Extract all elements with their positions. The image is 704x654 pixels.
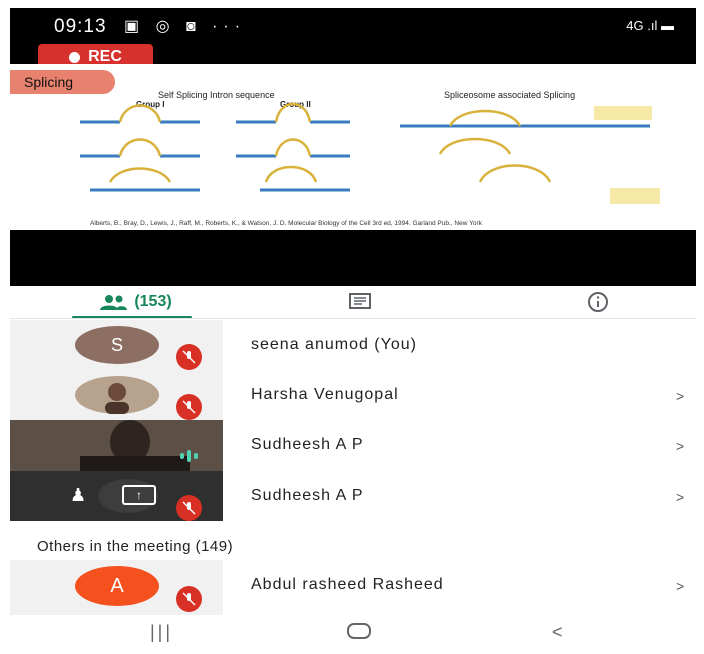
avatar <box>75 376 159 414</box>
signal-icon: .ıl <box>647 18 658 33</box>
record-dot-icon <box>69 51 81 63</box>
participant-name: Sudheesh A P <box>251 436 364 453</box>
chevron-right-icon[interactable]: > <box>676 578 684 594</box>
home-icon[interactable] <box>346 622 372 645</box>
avatar-initial: A <box>110 574 124 597</box>
mic-off-icon <box>176 394 202 420</box>
recent-apps-icon[interactable]: ||| <box>150 622 173 643</box>
mic-off-icon <box>176 495 202 521</box>
tab-people[interactable]: (153) <box>50 286 220 318</box>
people-icon <box>100 295 128 310</box>
notification-icons: ▣ ◎ ◙ ··· <box>124 18 247 35</box>
meeting-tabs: (153) <box>10 286 696 319</box>
others-section-heading: Others in the meeting (149) <box>37 538 234 555</box>
battery-icon: ▬ <box>661 18 674 33</box>
chevron-right-icon[interactable]: > <box>676 489 684 505</box>
participant-name: Harsha Venugopal <box>251 386 399 403</box>
participant-name: seena anumod (You) <box>251 336 417 353</box>
mic-off-icon <box>176 586 202 612</box>
participant-name: Abdul rasheed Rasheed <box>251 576 444 593</box>
tabs-divider <box>10 318 696 319</box>
network-indicator: 4G .ıl ▬ <box>626 18 674 33</box>
avatar: S <box>75 326 159 364</box>
participant-tile[interactable] <box>10 370 223 420</box>
avatar: A <box>75 566 159 606</box>
self-view-tile[interactable]: ♟ ↑ <box>10 471 223 521</box>
participant-name: Sudheesh A P <box>251 487 364 504</box>
tab-chat[interactable] <box>340 286 380 318</box>
participant-tile[interactable]: A <box>10 560 223 615</box>
status-time: 09:13 <box>54 16 107 37</box>
avatar-initial: S <box>110 334 123 355</box>
system-nav-bar: ||| < <box>0 618 704 654</box>
present-screen-icon[interactable]: ↑ <box>122 485 156 505</box>
chat-icon <box>349 293 371 309</box>
info-icon <box>588 292 608 312</box>
speaking-indicator-icon <box>180 450 198 462</box>
tab-info[interactable] <box>578 286 618 318</box>
splicing-diagram <box>80 102 660 204</box>
people-count: (153) <box>134 293 172 310</box>
pin-icon[interactable]: ♟ <box>70 485 86 506</box>
chevron-right-icon[interactable]: > <box>676 388 684 404</box>
slide-citation: Alberts, B., Bray, D., Lewis, J., Raff, … <box>90 220 482 227</box>
chevron-right-icon[interactable]: > <box>676 438 684 454</box>
mic-off-icon <box>176 344 202 370</box>
participant-video <box>10 420 223 471</box>
back-icon[interactable]: < <box>552 622 563 643</box>
presentation-slide: Splicing Self Splicing Intron sequence G… <box>10 64 696 230</box>
participant-video-tile[interactable] <box>10 420 223 471</box>
participant-tile[interactable]: S <box>10 320 223 370</box>
network-type: 4G <box>626 18 644 33</box>
presentation-letterbox <box>10 230 696 286</box>
